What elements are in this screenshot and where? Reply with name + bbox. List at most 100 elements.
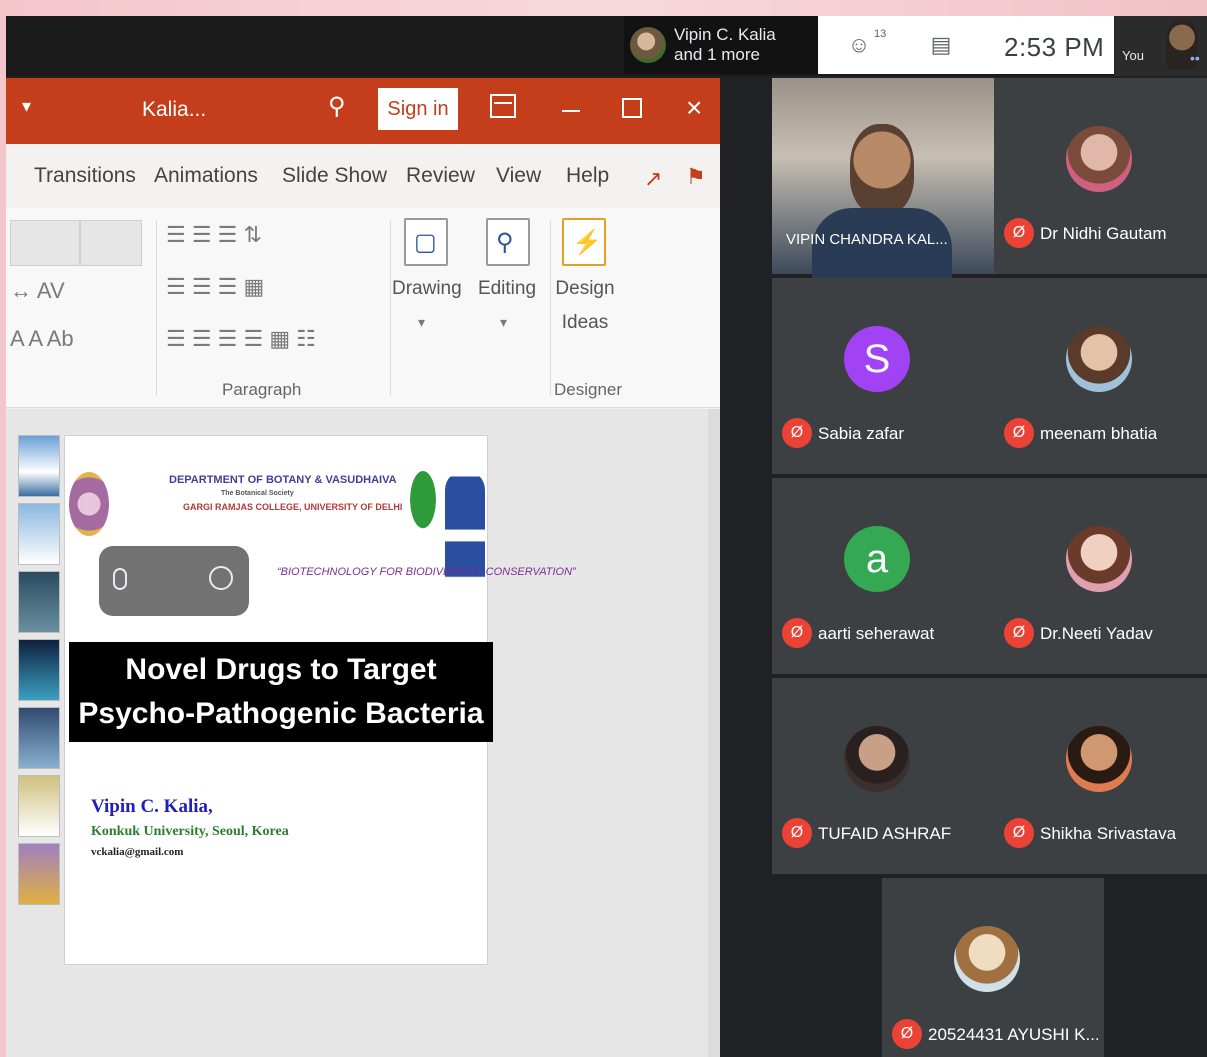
ppt-title-bar: ▾ Kalia... ⚲ Sign in ×	[6, 78, 720, 144]
meeting-clock: 2:53 PM	[1004, 32, 1105, 62]
participant-name: aarti seherawat	[818, 624, 935, 643]
drawing-label: Drawing	[392, 278, 462, 299]
slide-editor-area: DEPARTMENT OF BOTANY & VASUDHAIVA The Bo…	[6, 409, 720, 1057]
current-slide[interactable]: DEPARTMENT OF BOTANY & VASUDHAIVA The Bo…	[64, 435, 576, 965]
search-icon[interactable]: ⚲	[328, 92, 346, 121]
participant-name: TUFAID ASHRAF	[818, 824, 952, 843]
participant-avatar	[1066, 726, 1132, 792]
participant-name: Dr.Neeti Yadav	[1040, 624, 1153, 643]
indent-icon[interactable]: ☰ ☰ ☰ ▦	[166, 274, 264, 300]
mic-muted-icon: Ø	[1004, 818, 1034, 848]
mic-icon[interactable]	[113, 568, 127, 590]
presenter-chip[interactable]: Vipin C. Kalia and 1 more	[624, 16, 820, 74]
slide-thumbnail[interactable]	[18, 707, 60, 769]
more-options-icon[interactable]: ••	[1190, 50, 1200, 66]
paragraph-group-label: Paragraph	[222, 380, 302, 399]
shapes-icon: ▢	[414, 229, 437, 256]
design-ideas-label-1: Design	[555, 278, 615, 299]
participant-video	[850, 124, 914, 214]
participant-name: Shikha Srivastava	[1040, 824, 1177, 843]
participant-name: Sabia zafar	[818, 424, 904, 443]
participant-tile[interactable]: Ø 20524431 AYUSHI K...	[882, 878, 1104, 1057]
tab-view[interactable]: View	[496, 164, 541, 188]
mic-muted-icon: Ø	[1004, 418, 1034, 448]
tab-animations[interactable]: Animations	[154, 164, 258, 188]
mic-muted-icon: Ø	[782, 818, 812, 848]
close-button[interactable]: ×	[686, 92, 702, 124]
chat-icon[interactable]: ▤	[928, 32, 954, 58]
participant-name: meenam bhatia	[1040, 424, 1158, 443]
stop-presenting-icon[interactable]	[209, 566, 233, 590]
participant-avatar	[1066, 126, 1132, 192]
society-logo	[403, 470, 443, 544]
maximize-button[interactable]	[622, 98, 642, 118]
slide-thumbnail[interactable]	[18, 503, 60, 565]
mic-muted-icon: Ø	[892, 1019, 922, 1049]
slide-thumbnail[interactable]	[18, 571, 60, 633]
participant-avatar	[954, 926, 1020, 992]
participant-avatar: S	[844, 326, 910, 392]
slide-author: Vipin C. Kalia,	[91, 796, 213, 817]
presenter-avatar	[630, 27, 666, 63]
font-size-dropdown[interactable]	[80, 220, 142, 266]
people-count: 13	[874, 28, 887, 40]
ribbon: ↔ AV A A Ab ☰ ☰ ☰ ⇅ ☰ ☰ ☰ ▦ ☰ ☰ ☰ ☰ ▦ ☷ …	[6, 208, 720, 528]
participant-tile[interactable]: Ø TUFAID ASHRAF	[772, 678, 994, 874]
font-name-dropdown[interactable]	[10, 220, 80, 266]
slide-thumbnails	[12, 435, 62, 965]
font-size-icon[interactable]: A A Ab	[10, 326, 74, 352]
participant-tile[interactable]: Ø Dr Nidhi Gautam	[994, 78, 1207, 274]
slide-thumbnail[interactable]	[18, 775, 60, 837]
slide-thumbnail[interactable]	[18, 843, 60, 905]
comment-icon[interactable]: ⚑	[686, 164, 706, 190]
sign-in-button[interactable]: Sign in	[378, 88, 458, 130]
people-icon[interactable]: ☺	[846, 32, 872, 58]
vertical-scrollbar[interactable]	[708, 409, 720, 1057]
slide-college: GARGI RAMJAS COLLEGE, UNIVERSITY OF DELH…	[183, 502, 403, 512]
mic-muted-icon: Ø	[1004, 618, 1034, 648]
meet-floating-controls[interactable]	[99, 546, 249, 616]
quick-access-dropdown-icon[interactable]: ▾	[22, 96, 31, 117]
tab-review[interactable]: Review	[406, 164, 475, 188]
slide-title: Novel Drugs to Target Psycho-Pathogenic …	[69, 642, 493, 742]
tab-help[interactable]: Help	[566, 164, 609, 188]
bullets-icon[interactable]: ☰ ☰ ☰ ⇅	[166, 222, 262, 248]
participant-avatar	[844, 726, 910, 792]
slide-affiliation: Konkuk University, Seoul, Korea	[91, 824, 289, 839]
participant-tile[interactable]: a Ø aarti seherawat	[772, 478, 994, 674]
tab-transitions[interactable]: Transitions	[34, 164, 136, 188]
participant-tile[interactable]: Ø Shikha Srivastava	[994, 678, 1207, 874]
drawing-button[interactable]: ▢	[404, 218, 448, 266]
slide-conference: “BIOTECHNOLOGY FOR BIODIVERSITY CONSERVA…	[277, 566, 576, 578]
slide-thumbnail[interactable]	[18, 435, 60, 497]
design-ideas-label-2: Ideas	[561, 312, 609, 333]
ribbon-tabs: Transitions Animations Slide Show Review…	[6, 144, 720, 208]
presenter-name: Vipin C. Kalia	[674, 25, 776, 44]
slide-title-line2: Psycho-Pathogenic Bacteria	[78, 697, 484, 730]
drawing-chevron-icon: ▾	[418, 314, 426, 330]
ribbon-display-options-icon[interactable]	[490, 94, 516, 118]
slide-email: vckalia@gmail.com	[91, 846, 184, 858]
design-ideas-button[interactable]: ⚡	[562, 218, 606, 266]
presenter-more: and 1 more	[674, 45, 760, 64]
participant-avatar: a	[844, 526, 910, 592]
participant-tile[interactable]: Ø Dr.Neeti Yadav	[994, 478, 1207, 674]
participant-tile[interactable]: S Ø Sabia zafar	[772, 278, 994, 474]
college-logo	[69, 472, 109, 536]
participant-tile[interactable]: Ø meenam bhatia	[994, 278, 1207, 474]
align-icon[interactable]: ☰ ☰ ☰ ☰ ▦ ☷	[166, 326, 316, 352]
participant-name: Dr Nidhi Gautam	[1040, 224, 1167, 243]
participant-tile[interactable]: VIPIN CHANDRA KAL...	[772, 78, 994, 278]
slide-thumbnail[interactable]	[18, 639, 60, 701]
slide-sub: The Botanical Society	[221, 490, 294, 497]
character-spacing-icon[interactable]: ↔ AV	[10, 278, 65, 304]
mic-muted-icon: Ø	[782, 618, 812, 648]
document-name: Kalia...	[142, 98, 207, 121]
participant-avatar	[1066, 326, 1132, 392]
self-view-tile[interactable]: You	[1114, 16, 1207, 76]
tab-slide-show[interactable]: Slide Show	[282, 164, 387, 188]
editing-button[interactable]: ⚲	[486, 218, 530, 266]
mic-muted-icon: Ø	[782, 418, 812, 448]
share-icon[interactable]: ↗	[644, 166, 662, 192]
minimize-button[interactable]	[562, 110, 580, 112]
